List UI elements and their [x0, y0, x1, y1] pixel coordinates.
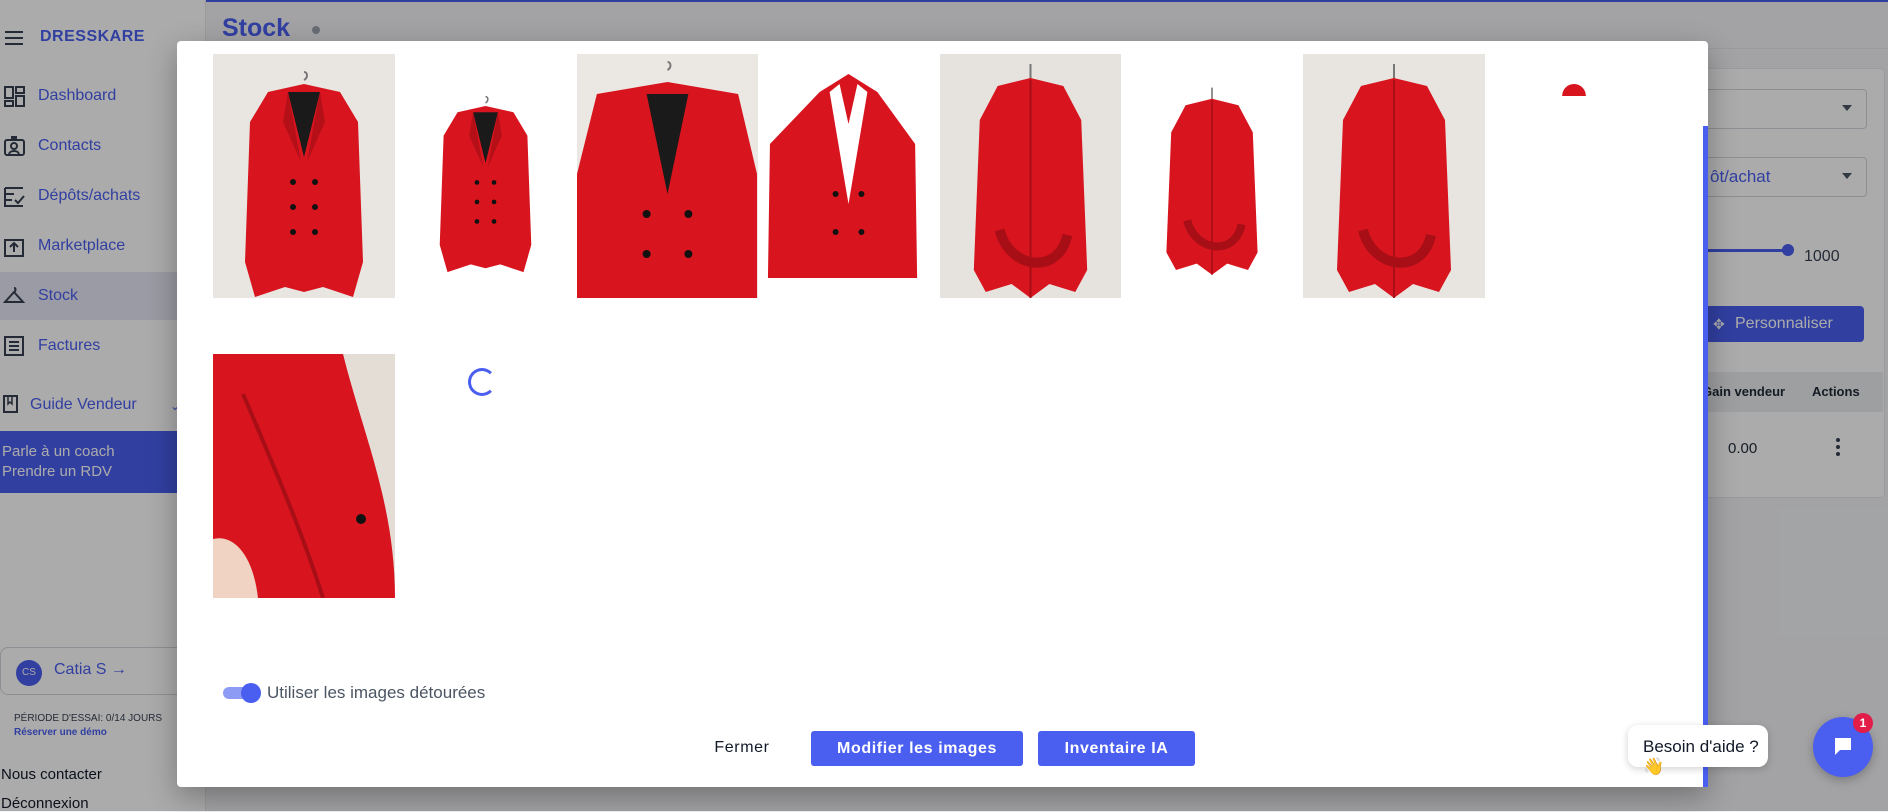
- photo-image: [439, 95, 532, 273]
- photo-image: [577, 61, 758, 298]
- image-thumbnail-coat-front-cutout[interactable]: [395, 54, 576, 298]
- image-thumbnail-coat-front-hanger[interactable]: [213, 54, 395, 298]
- help-bubble[interactable]: Besoin d'aide ? 👋: [1628, 725, 1768, 776]
- chat-bubble-icon: [1835, 738, 1851, 755]
- notification-badge: 1: [1853, 713, 1873, 733]
- ai-inventory-button[interactable]: Inventaire IA: [1038, 731, 1195, 766]
- photo-image: [245, 71, 363, 297]
- cutout-images-toggle[interactable]: [223, 682, 261, 704]
- image-thumbnail-coat-closeup-hanger[interactable]: [577, 54, 758, 298]
- image-thumbnail-coat-back-hanger[interactable]: [940, 54, 1121, 298]
- image-thumbnail-coat-partial-loading[interactable]: [1485, 54, 1665, 298]
- cutout-images-label: Utiliser les images détourées: [267, 683, 486, 702]
- loading-spinner-icon: [468, 368, 496, 396]
- photo-image: [213, 354, 395, 598]
- modal-scrollbar[interactable]: [1703, 126, 1708, 787]
- photo-image: [1166, 87, 1258, 275]
- close-button[interactable]: Fermer: [703, 731, 781, 765]
- photo-image: [1337, 64, 1451, 298]
- image-thumbnail-coat-cutout-collar[interactable]: [758, 54, 939, 298]
- image-thumbnail-coat-back-hanger-2[interactable]: [1303, 54, 1485, 298]
- help-text: Besoin d'aide ? 👋: [1643, 737, 1759, 776]
- photo-image: [1562, 84, 1586, 96]
- photo-image: [973, 64, 1088, 298]
- edit-images-button[interactable]: Modifier les images: [811, 731, 1023, 766]
- image-thumbnail-coat-back-cutout[interactable]: [1121, 54, 1303, 298]
- image-thumbnail-coat-detail-hand[interactable]: [213, 354, 395, 598]
- photo-image: [767, 74, 918, 278]
